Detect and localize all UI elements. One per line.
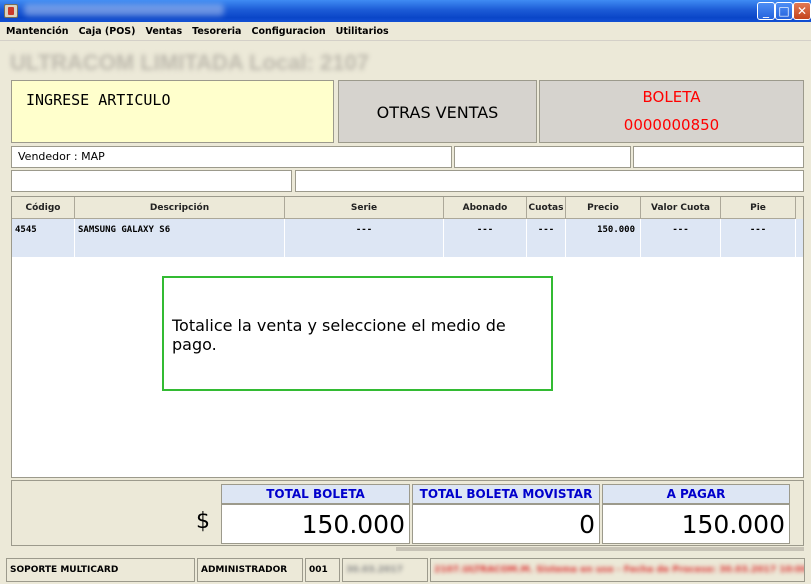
status-terminal: 001	[305, 558, 340, 582]
status-message: 2107.ULTRACOM.M. Sistema en uso - Fecha …	[430, 558, 805, 582]
cell-cuotas: ---	[527, 219, 566, 257]
menu-configuracion[interactable]: Configuracion	[245, 22, 329, 37]
info-field-4[interactable]	[11, 170, 292, 192]
boleta-number: 0000000850	[623, 116, 720, 134]
status-module: SOPORTE MULTICARD	[6, 558, 195, 582]
col-valor-cuota[interactable]: Valor Cuota	[641, 197, 721, 219]
maximize-button[interactable]: □	[775, 2, 793, 20]
total-movistar-label: TOTAL BOLETA MOVISTAR	[412, 484, 600, 504]
status-date-text: 30.03.2017	[346, 565, 403, 575]
menu-tesoreria[interactable]: Tesoreria	[186, 22, 245, 37]
col-cuotas[interactable]: Cuotas	[527, 197, 566, 219]
menu-utilitarios[interactable]: Utilitarios	[330, 22, 393, 37]
ingrese-articulo-label: INGRESE ARTICULO	[26, 91, 171, 109]
menu-mantencion[interactable]: Mantención	[0, 22, 73, 37]
ingrese-articulo-panel[interactable]: INGRESE ARTICULO	[11, 80, 334, 143]
title-bar: _ □ ✕	[0, 0, 811, 22]
cell-abonado: ---	[444, 219, 527, 257]
otras-ventas-button[interactable]: OTRAS VENTAS	[338, 80, 537, 143]
status-date: 30.03.2017	[342, 558, 428, 582]
company-header: ULTRACOM LIMITADA Local: 2107	[10, 50, 369, 75]
currency-symbol: $	[196, 509, 210, 534]
cell-codigo: 4545	[12, 219, 75, 257]
window-title-redacted	[24, 4, 224, 16]
close-button[interactable]: ✕	[793, 2, 811, 20]
boleta-label: BOLETA	[642, 88, 701, 106]
table-header: Código Descripción Serie Abonado Cuotas …	[12, 197, 803, 219]
status-user: ADMINISTRADOR	[197, 558, 303, 582]
app-icon	[4, 4, 18, 18]
vendedor-label: Vendedor : MAP	[18, 150, 105, 163]
menu-bar: Mantención Caja (POS) Ventas Tesoreria C…	[0, 22, 811, 41]
instruction-callout: Totalice la venta y seleccione el medio …	[162, 276, 553, 391]
minimize-button[interactable]: _	[757, 2, 775, 20]
status-message-text: 2107.ULTRACOM.M. Sistema en uso - Fecha …	[434, 565, 805, 575]
total-boleta-label: TOTAL BOLETA	[221, 484, 410, 504]
col-descripcion[interactable]: Descripción	[75, 197, 285, 219]
cell-pie: ---	[721, 219, 796, 257]
info-field-2[interactable]	[454, 146, 631, 168]
total-boleta-value: 150.000	[221, 504, 410, 544]
col-serie[interactable]: Serie	[285, 197, 444, 219]
vendedor-field[interactable]: Vendedor : MAP	[11, 146, 452, 168]
col-abonado[interactable]: Abonado	[444, 197, 527, 219]
cell-valor-cuota: ---	[641, 219, 721, 257]
col-codigo[interactable]: Código	[12, 197, 75, 219]
menu-caja-pos[interactable]: Caja (POS)	[73, 22, 140, 37]
total-movistar-value: 0	[412, 504, 600, 544]
a-pagar-label: A PAGAR	[602, 484, 790, 504]
a-pagar-value: 150.000	[602, 504, 790, 544]
cell-descripcion: SAMSUNG GALAXY S6	[75, 219, 285, 257]
horizontal-scrollbar[interactable]	[396, 547, 804, 551]
col-pie[interactable]: Pie	[721, 197, 796, 219]
col-precio[interactable]: Precio	[566, 197, 641, 219]
info-field-5[interactable]	[295, 170, 804, 192]
info-field-3[interactable]	[633, 146, 804, 168]
menu-ventas[interactable]: Ventas	[139, 22, 186, 37]
boleta-panel: BOLETA 0000000850	[539, 80, 804, 143]
table-row[interactable]: 4545 SAMSUNG GALAXY S6 --- --- --- 150.0…	[12, 219, 803, 257]
cell-precio: 150.000	[566, 219, 641, 257]
cell-serie: ---	[285, 219, 444, 257]
